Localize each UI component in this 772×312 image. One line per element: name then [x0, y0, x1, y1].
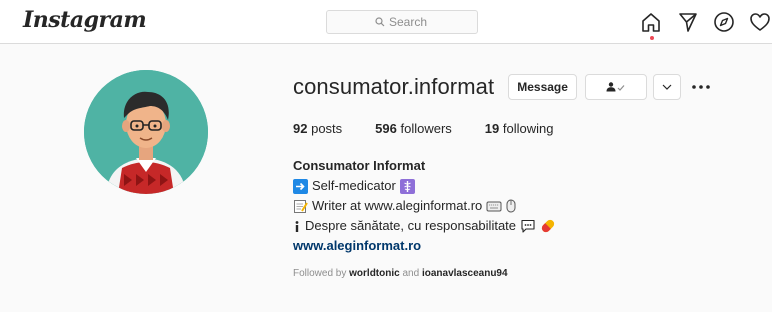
profile-bio: Consumator Informat Self-medicator Write… — [293, 156, 763, 284]
followers-count: 596 — [375, 121, 397, 136]
following-label: following — [502, 121, 554, 136]
followed-by-text: Followed by worldtonic and ioanavlascean… — [293, 264, 763, 284]
keyboard-emoji-icon — [486, 200, 502, 212]
following-button[interactable] — [584, 74, 647, 100]
profile-avatar[interactable] — [84, 70, 208, 194]
speech-bubble-emoji-icon — [520, 219, 536, 233]
profile-display-name: Consumator Informat — [293, 158, 426, 173]
followed-by-user-1[interactable]: worldtonic — [349, 268, 400, 279]
bio-line-1: Self-medicator — [293, 176, 763, 196]
bio-line-3-text: Despre sănătate, cu responsabilitate — [305, 218, 517, 233]
bio-line-2-text: Writer at www.aleginformat.ro — [312, 198, 483, 213]
followers-stat[interactable]: 596 followers — [375, 121, 452, 136]
followed-by-conjunction: and — [402, 268, 420, 279]
mouse-emoji-icon — [506, 199, 516, 213]
pill-emoji-icon — [540, 218, 556, 234]
followers-label: followers — [400, 121, 452, 136]
bio-line-2: Writer at www.aleginformat.ro — [293, 196, 763, 216]
followed-by-prefix: Followed by — [293, 268, 347, 279]
activity-heart-icon[interactable] — [749, 11, 771, 33]
top-navigation-bar: Instagram — [0, 0, 772, 44]
following-count: 19 — [484, 121, 500, 136]
info-emoji-icon — [293, 220, 301, 233]
posts-label: posts — [311, 121, 343, 136]
memo-emoji-icon — [293, 199, 308, 214]
bio-line-3: Despre sănătate, cu responsabilitate — [293, 216, 763, 236]
right-arrow-emoji-icon — [293, 178, 308, 194]
profile-username: consumator.informat — [293, 74, 495, 99]
search-input[interactable] — [389, 15, 429, 29]
following-stat[interactable]: 19 following — [485, 121, 554, 136]
more-options-icon[interactable] — [689, 75, 713, 99]
followed-by-user-2[interactable]: ioanavlasceanu94 — [422, 268, 508, 279]
posts-count: 92 — [293, 121, 308, 136]
home-icon[interactable] — [640, 11, 662, 33]
suggested-accounts-button[interactable] — [652, 74, 681, 100]
profile-stats: 92 posts 596 followers 19 following — [293, 121, 763, 136]
instagram-logo[interactable]: Instagram — [23, 7, 147, 33]
profile-title-row: consumator.informat Message — [293, 72, 763, 102]
explore-compass-icon[interactable] — [713, 11, 735, 33]
profile-header: consumator.informat Message 92 posts 596… — [293, 72, 763, 284]
message-button[interactable]: Message — [508, 74, 577, 100]
posts-stat[interactable]: 92 posts — [293, 121, 342, 136]
search-box[interactable] — [326, 10, 478, 34]
chevron-down-icon — [662, 84, 672, 90]
caduceus-emoji-icon — [399, 178, 415, 194]
user-check-icon — [606, 82, 625, 92]
bio-line-1-text: Self-medicator — [312, 178, 396, 193]
avatar-illustration — [84, 70, 208, 194]
profile-website-link[interactable]: www.aleginformat.ro — [293, 236, 763, 256]
notification-dot — [650, 36, 654, 40]
direct-messages-icon[interactable] — [677, 11, 699, 33]
search-icon — [375, 17, 385, 27]
